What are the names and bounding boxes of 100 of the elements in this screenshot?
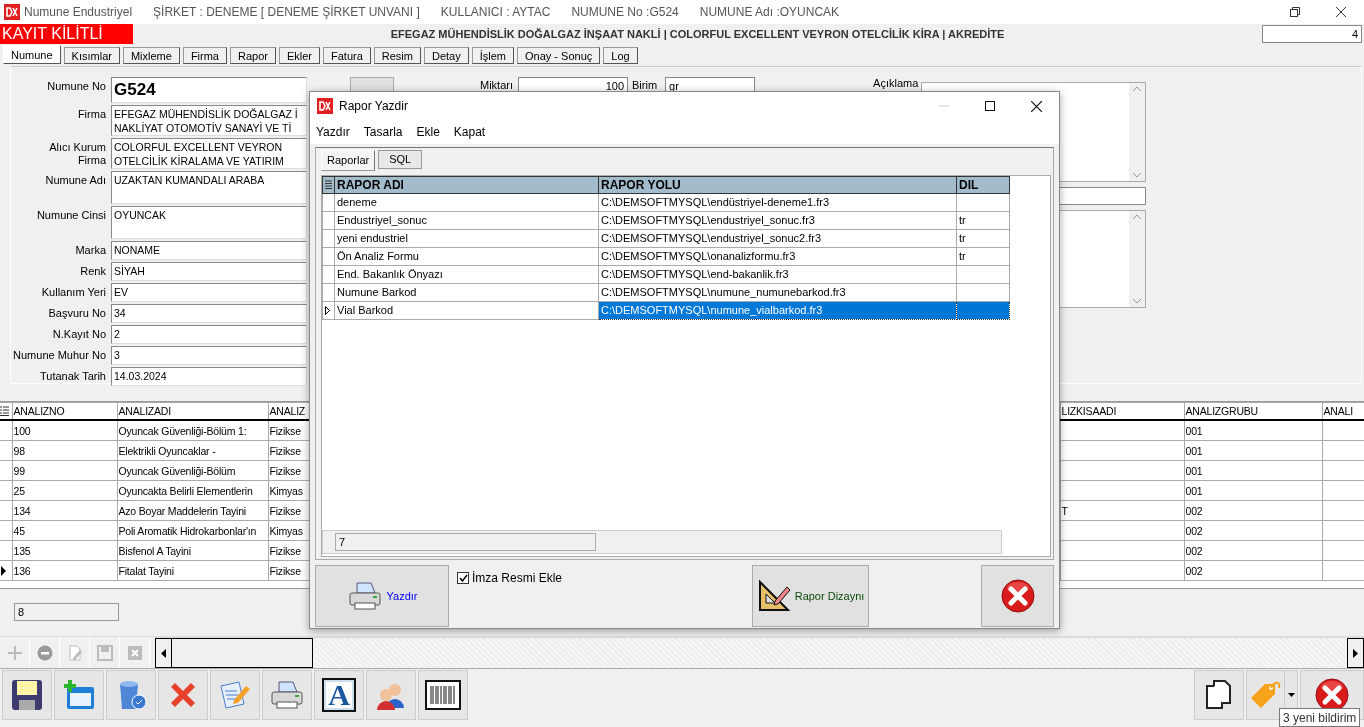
printer-icon: [346, 580, 383, 611]
scroll-down-icon: [1133, 299, 1142, 304]
pointer-icon: [325, 305, 330, 315]
scroll-down-icon: [1133, 173, 1142, 178]
table-cell: 002: [1184, 560, 1322, 581]
scroll-left-button[interactable]: [155, 638, 172, 668]
design-button[interactable]: Rapor Dizaynı: [752, 564, 870, 627]
field-label: Numune No: [46, 79, 107, 94]
lock-banner: KAYIT KİLİTLİ: [0, 24, 133, 44]
table-cell: 002: [1184, 520, 1322, 541]
remove-icon[interactable]: [36, 644, 53, 661]
text-field[interactable]: UZAKTAN KUMANDALI ARABA: [111, 171, 307, 204]
column-header: DIL: [956, 176, 1010, 194]
column-header: ANALI: [1322, 402, 1364, 420]
record-counter: 4: [1262, 25, 1362, 43]
text-field[interactable]: 2: [111, 325, 307, 344]
printer-icon[interactable]: [269, 680, 305, 710]
field-label: Kullanım Yeri: [40, 285, 107, 300]
tab[interactable]: Ekler: [278, 47, 320, 64]
tab[interactable]: SQL: [378, 149, 423, 169]
text-field[interactable]: 14.03.2024: [111, 367, 307, 386]
tab[interactable]: Firma: [182, 47, 227, 64]
barcode-icon: [425, 680, 461, 710]
field-label: Numune Muhur No: [12, 348, 107, 363]
scroll-right-button[interactable]: [1347, 638, 1364, 668]
table-cell: Vial Barkod: [334, 301, 599, 320]
table-cell: 001: [1184, 460, 1322, 481]
table-cell: Endustriyel_sonuc: [334, 211, 599, 230]
table-cell: Fitalat Tayini: [117, 560, 268, 581]
app-logo-icon: [317, 98, 333, 114]
table-cell: 002: [1184, 540, 1322, 561]
scroll-thumb[interactable]: [172, 638, 313, 668]
field-label: Marka: [74, 243, 107, 258]
text-field[interactable]: SİYAH: [111, 262, 307, 281]
tab[interactable]: Numune: [3, 45, 61, 64]
text-field[interactable]: 34: [111, 304, 307, 323]
scroll-up-icon: [1133, 86, 1142, 91]
field-label: Renk: [79, 264, 107, 279]
close-icon[interactable]: [1336, 7, 1346, 17]
text-field[interactable]: EV: [111, 283, 307, 302]
column-header: LIZKISAADI: [1060, 402, 1184, 420]
copy-icon: [1206, 680, 1232, 710]
table-cell: 001: [1184, 440, 1322, 461]
edit-document-icon: [218, 678, 252, 712]
print-button[interactable]: Yazdır: [315, 564, 449, 627]
table-cell: 136: [12, 560, 117, 581]
field-label: Alıcı Kurum Firma: [48, 140, 107, 168]
table-cell: 100: [12, 420, 117, 441]
tab[interactable]: Log: [603, 47, 638, 64]
table-cell: 135: [12, 540, 117, 561]
tab[interactable]: Mixleme: [122, 47, 180, 64]
header-info: EFEGAZ MÜHENDİSLİK DOĞALGAZ İNŞAAT NAKLİ | COLORFUL EXCELLENT VEYRON OTELCİLİK KİRA | AKREDİTE: [389, 28, 1006, 40]
tab[interactable]: Detay: [424, 47, 469, 64]
tab[interactable]: Rapor: [230, 47, 276, 64]
tab[interactable]: İşlem: [471, 47, 514, 64]
tab[interactable]: Onay - Sonuç: [517, 47, 601, 64]
table-cell: Elektrikli Oyuncaklar -: [117, 440, 268, 461]
tab[interactable]: Resim: [373, 47, 421, 64]
text-field[interactable]: G524: [111, 77, 307, 103]
menu-item[interactable]: Tasarla: [363, 124, 403, 139]
tab[interactable]: Fatura: [323, 47, 371, 64]
table-cell: Oyuncak Güvenliği-Bölüm 1:: [117, 420, 268, 441]
table-cell: 98: [12, 440, 117, 461]
text-field[interactable]: NONAME: [111, 241, 307, 260]
table-cell: deneme: [334, 193, 599, 212]
table-cell: Oyuncakta Belirli Elementlerin: [117, 480, 268, 501]
table-cell: Ön Analiz Formu: [334, 247, 599, 266]
dropdown-icon[interactable]: [1287, 693, 1295, 697]
close-button[interactable]: [981, 564, 1054, 627]
right-arrow-icon: [1353, 648, 1358, 658]
text-field[interactable]: OYUNCAK: [111, 206, 307, 239]
table-cell: tr: [956, 247, 1010, 266]
menu-item[interactable]: Kapat: [453, 124, 486, 139]
checkmark-icon: [458, 573, 468, 582]
table-cell: 25: [12, 480, 117, 501]
menu-item[interactable]: Ekle: [416, 124, 440, 139]
table-cell: 001: [1184, 480, 1322, 501]
text-field[interactable]: EFEGAZ MÜHENDİSLİK DOĞALGAZ İ NAKLİYAT OTOMOTİV SANAYİ VE Tİ: [111, 105, 307, 136]
tab[interactable]: Raporlar: [321, 149, 376, 171]
menu-item[interactable]: Yazdır: [316, 124, 350, 139]
new-window-icon: [62, 678, 96, 712]
table-cell: Poli Aromatik Hidrokarbonlar'ın: [117, 520, 268, 541]
scroll-up-icon: [1133, 214, 1142, 219]
text-field[interactable]: 3: [111, 346, 307, 365]
restore-icon[interactable]: [1290, 7, 1300, 17]
window-title: Numune Endustriyel: [24, 5, 133, 19]
field-label: Numune Adı: [44, 173, 107, 188]
tab[interactable]: Kısımlar: [63, 47, 120, 64]
table-cell: 001: [1184, 420, 1322, 441]
window-title: NUMUNE Adı :OYUNCAK: [699, 5, 840, 19]
maximize-icon[interactable]: [985, 101, 995, 111]
text-field[interactable]: COLORFUL EXCELLENT VEYRON OTELCİLİK KİRALAMA VE YATIRIM: [111, 138, 307, 169]
checkbox[interactable]: [457, 571, 469, 584]
table-cell: C:\DEMSOFTMYSQL\numune_numunebarkod.fr3: [598, 283, 957, 302]
close-icon[interactable]: [1030, 100, 1042, 112]
font-button[interactable]: A: [322, 678, 356, 712]
left-arrow-icon: [161, 648, 166, 658]
table-cell: tr: [956, 211, 1010, 230]
table-cell: yeni endustriel: [334, 229, 599, 248]
dialog-title: Rapor Yazdir: [339, 99, 409, 113]
